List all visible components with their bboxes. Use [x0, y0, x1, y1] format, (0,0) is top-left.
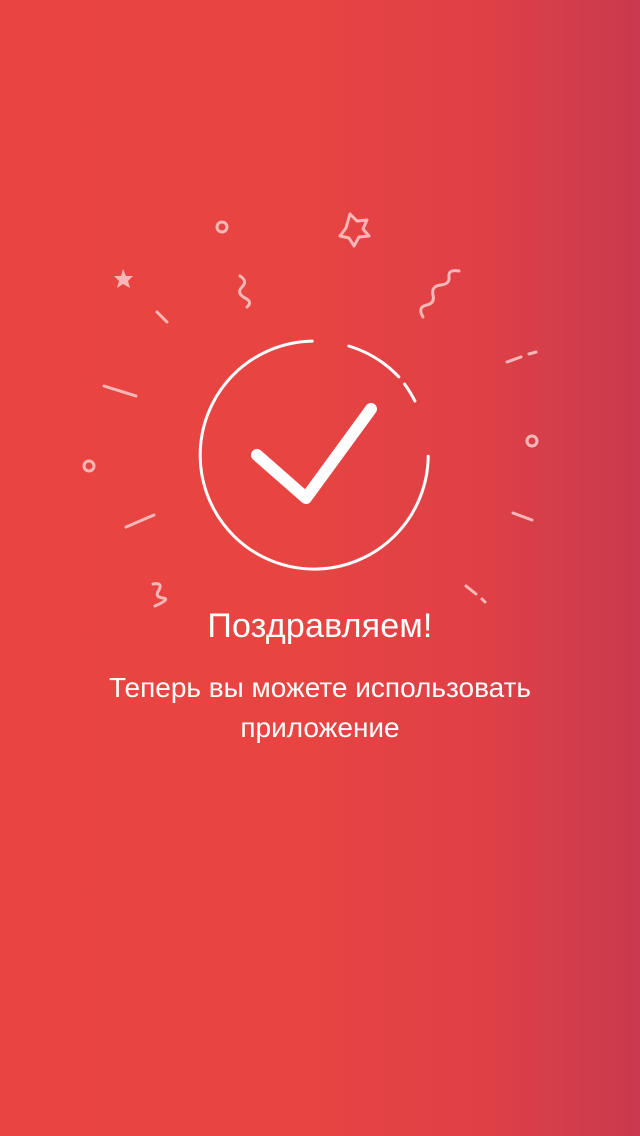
- confetti-squiggle-top: [238, 274, 252, 309]
- confetti-ring-top: [215, 220, 229, 234]
- confetti-squiggle-bottom: [151, 582, 168, 608]
- success-illustration: [0, 190, 640, 620]
- success-illustration-svg: [82, 212, 539, 608]
- confetti-ring-left: [82, 459, 96, 473]
- confetti-dash-8: [480, 597, 487, 604]
- check-circle-arc-gap-1: [347, 344, 401, 379]
- confetti-dash-1: [155, 310, 169, 324]
- success-title: Поздравляем!: [207, 607, 433, 645]
- check-circle-arc-gap-2: [403, 382, 417, 403]
- confetti-squiggle-right: [419, 269, 461, 319]
- confetti-dash-3: [124, 513, 156, 529]
- success-screen: Поздравляем! Теперь вы можете использова…: [0, 0, 640, 1136]
- confetti-ring-right: [525, 434, 539, 448]
- confetti-dash-4: [505, 355, 523, 364]
- confetti-dash-6: [511, 511, 534, 522]
- confetti-icon: [82, 212, 539, 608]
- confetti-dash-5: [527, 350, 538, 356]
- confetti-star-outline: [338, 212, 371, 248]
- checkmark-stroke: [251, 403, 377, 504]
- success-message: Теперь вы можете использовать приложение: [108, 672, 531, 743]
- check-circle-arc: [198, 339, 430, 571]
- confetti-dash-2: [102, 384, 138, 398]
- confetti-star-filled: [114, 269, 133, 288]
- checkmark-circle-icon: [198, 339, 430, 571]
- confetti-dash-7: [464, 584, 478, 596]
